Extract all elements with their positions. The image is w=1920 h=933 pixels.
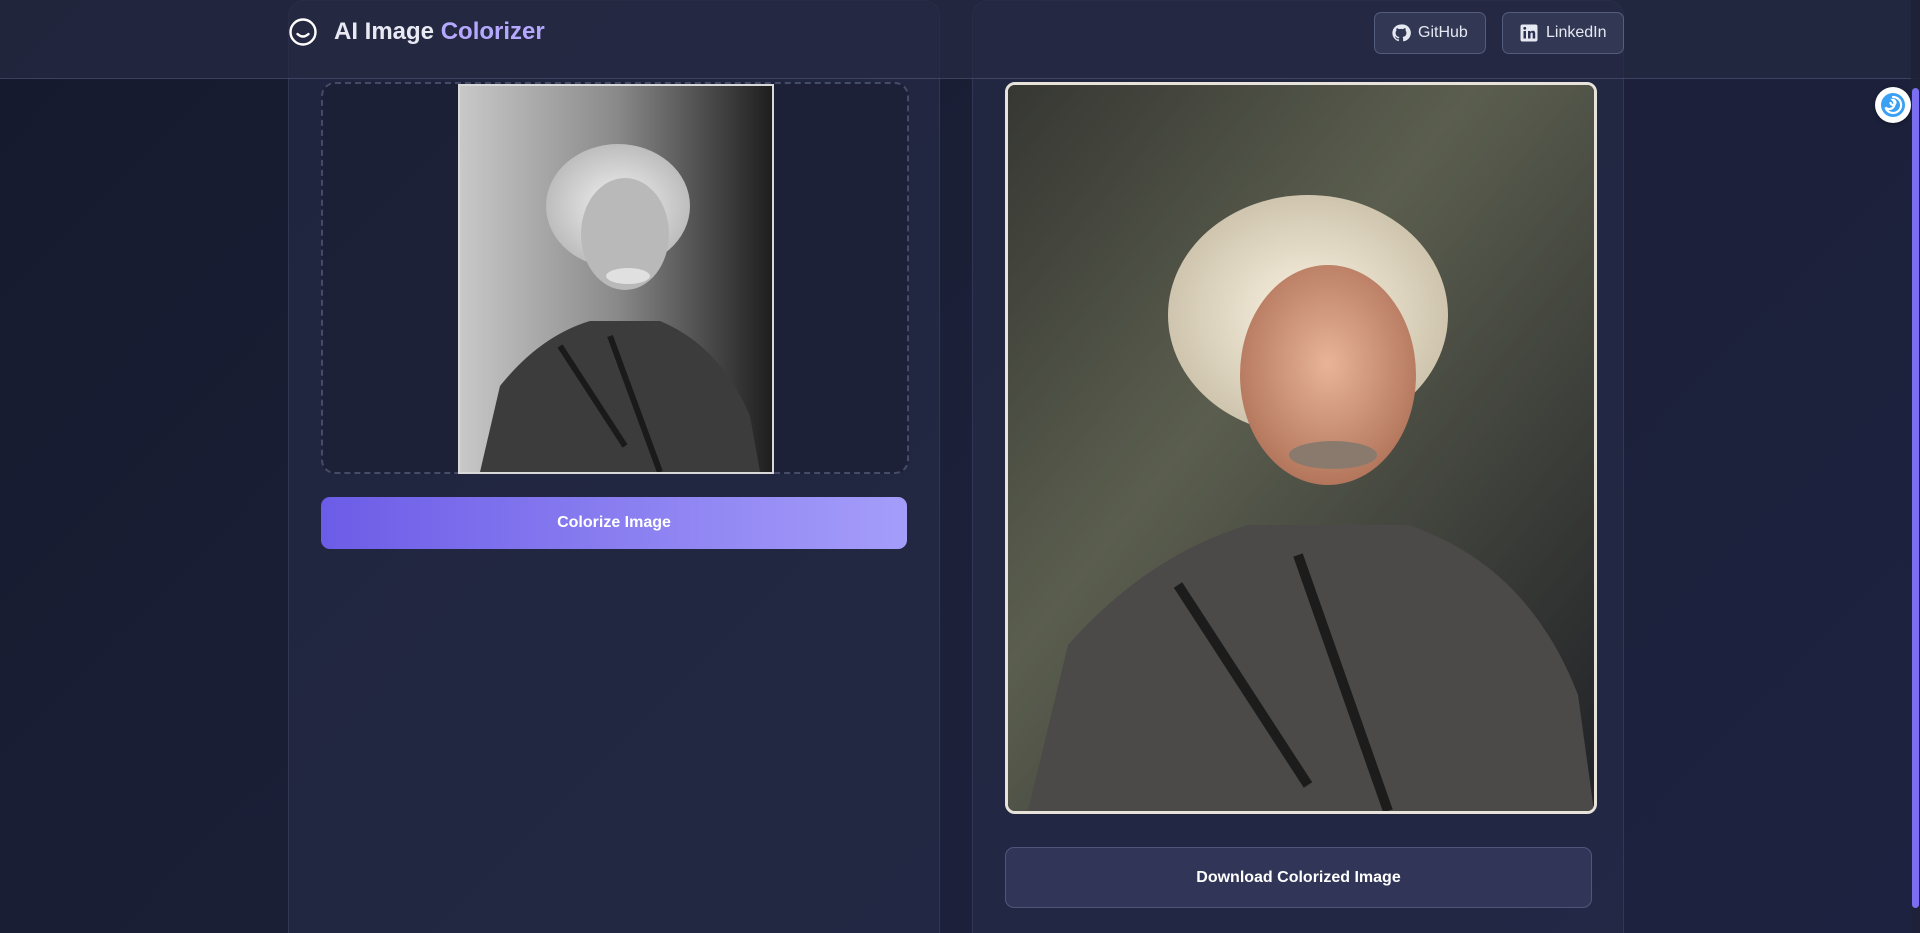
app-title: AI Image Colorizer — [334, 18, 545, 46]
linkedin-link[interactable]: LinkedIn — [1502, 12, 1624, 54]
top-header: AI Image Colorizer GitHub LinkedIn — [0, 0, 1920, 79]
app-title-accent: Colorizer — [440, 18, 545, 45]
colorize-button[interactable]: Colorize Image — [321, 497, 907, 549]
brand[interactable]: AI Image Colorizer — [288, 17, 545, 47]
smile-circle-icon — [289, 18, 317, 46]
swirl-icon — [1881, 93, 1905, 117]
download-button[interactable]: Download Colorized Image — [1005, 847, 1592, 908]
linkedin-icon — [1520, 24, 1538, 42]
github-icon — [1392, 24, 1411, 42]
colorize-button-label: Colorize Image — [557, 514, 671, 531]
colorized-image — [1005, 82, 1597, 814]
browser-extension-icon[interactable] — [1875, 87, 1911, 123]
app-page: Colorize Image Download Colorized Image … — [0, 0, 1920, 933]
app-title-main: AI Image — [334, 18, 441, 45]
linkedin-label: LinkedIn — [1546, 24, 1607, 41]
scrollbar-thumb[interactable] — [1912, 88, 1919, 908]
download-button-label: Download Colorized Image — [1196, 868, 1401, 886]
original-image — [458, 84, 774, 474]
github-link[interactable]: GitHub — [1374, 12, 1486, 54]
github-label: GitHub — [1418, 24, 1468, 41]
